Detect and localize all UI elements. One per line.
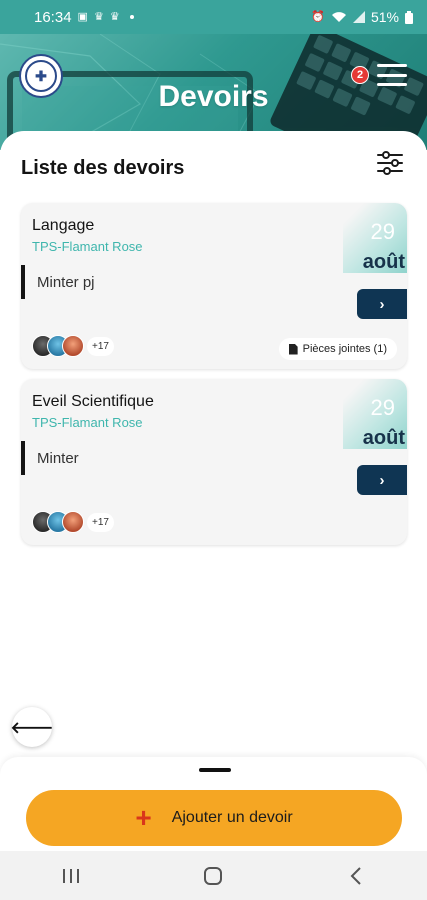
homework-list-panel: Liste des devoirs 29 août Langage TPS-Fl…: [0, 131, 427, 771]
bottom-action-sheet: + Ajouter un devoir: [0, 757, 427, 851]
menu-button[interactable]: [377, 62, 407, 88]
document-icon: [288, 343, 298, 355]
student-avatars[interactable]: +17: [32, 511, 114, 533]
image-icon: ▣: [77, 10, 88, 23]
card-month: août: [362, 251, 405, 273]
card-subject: Eveil Scientifique: [32, 393, 154, 410]
filter-icon[interactable]: [375, 148, 405, 178]
status-time: 16:34: [34, 8, 72, 26]
arrow-left-icon: 🡐: [10, 719, 54, 737]
signal-icon: [352, 11, 365, 23]
attachments-button[interactable]: Pièces jointes (1): [278, 338, 397, 360]
avatar: [62, 335, 84, 357]
add-homework-label: Ajouter un devoir: [171, 809, 293, 826]
crown-icon: ♛: [109, 10, 120, 23]
attachments-label: Pièces jointes (1): [302, 343, 387, 355]
chevron-right-icon: ›: [379, 471, 385, 489]
open-homework-button[interactable]: ›: [357, 289, 407, 319]
card-subject: Langage: [32, 217, 95, 234]
back-icon[interactable]: [336, 861, 376, 891]
wifi-icon: [331, 12, 346, 22]
avatar-more-count: +17: [87, 512, 114, 532]
menu-icon-bar: [377, 83, 407, 86]
drag-handle[interactable]: [199, 768, 231, 772]
recent-apps-icon[interactable]: [51, 861, 91, 891]
card-description: Minter: [21, 441, 79, 475]
battery-icon: [405, 10, 413, 24]
alarm-icon: ⏰: [311, 10, 325, 23]
card-day: 29: [370, 219, 395, 244]
card-class: TPS-Flamant Rose: [32, 239, 143, 254]
page-title: Devoirs: [158, 80, 269, 113]
dot-icon: [129, 15, 134, 19]
open-homework-button[interactable]: ›: [357, 465, 407, 495]
status-bar-left: 16:34 ▣ ♛ ♛: [34, 9, 134, 26]
list-title: Liste des devoirs: [21, 157, 185, 179]
menu-icon-bar: [377, 73, 407, 77]
battery-percent: 51%: [370, 9, 399, 25]
card-class: TPS-Flamant Rose: [32, 415, 143, 430]
plus-icon: +: [135, 802, 152, 833]
avatar: [62, 511, 84, 533]
add-homework-button[interactable]: + Ajouter un devoir: [26, 790, 402, 846]
status-bar-right: ⏰ 51%: [311, 9, 413, 25]
home-icon[interactable]: [193, 861, 233, 891]
homework-card[interactable]: 29 août Langage TPS-Flamant Rose Minter …: [21, 203, 407, 369]
card-month: août: [362, 427, 405, 449]
system-navigation-bar: [0, 851, 427, 900]
student-avatars[interactable]: +17: [32, 335, 114, 357]
crown-icon: ♛: [93, 10, 104, 23]
card-day: 29: [370, 395, 395, 420]
homework-card[interactable]: 29 août Eveil Scientifique TPS-Flamant R…: [21, 379, 407, 545]
notification-badge[interactable]: 2: [351, 66, 369, 84]
menu-icon-bar: [377, 64, 407, 67]
avatar-more-count: +17: [87, 336, 114, 356]
back-button[interactable]: 🡐: [10, 707, 54, 747]
card-description: Minter pj: [21, 265, 95, 299]
chevron-right-icon: ›: [379, 295, 385, 313]
status-bar: 16:34 ▣ ♛ ♛ ⏰ 51%: [0, 0, 427, 34]
